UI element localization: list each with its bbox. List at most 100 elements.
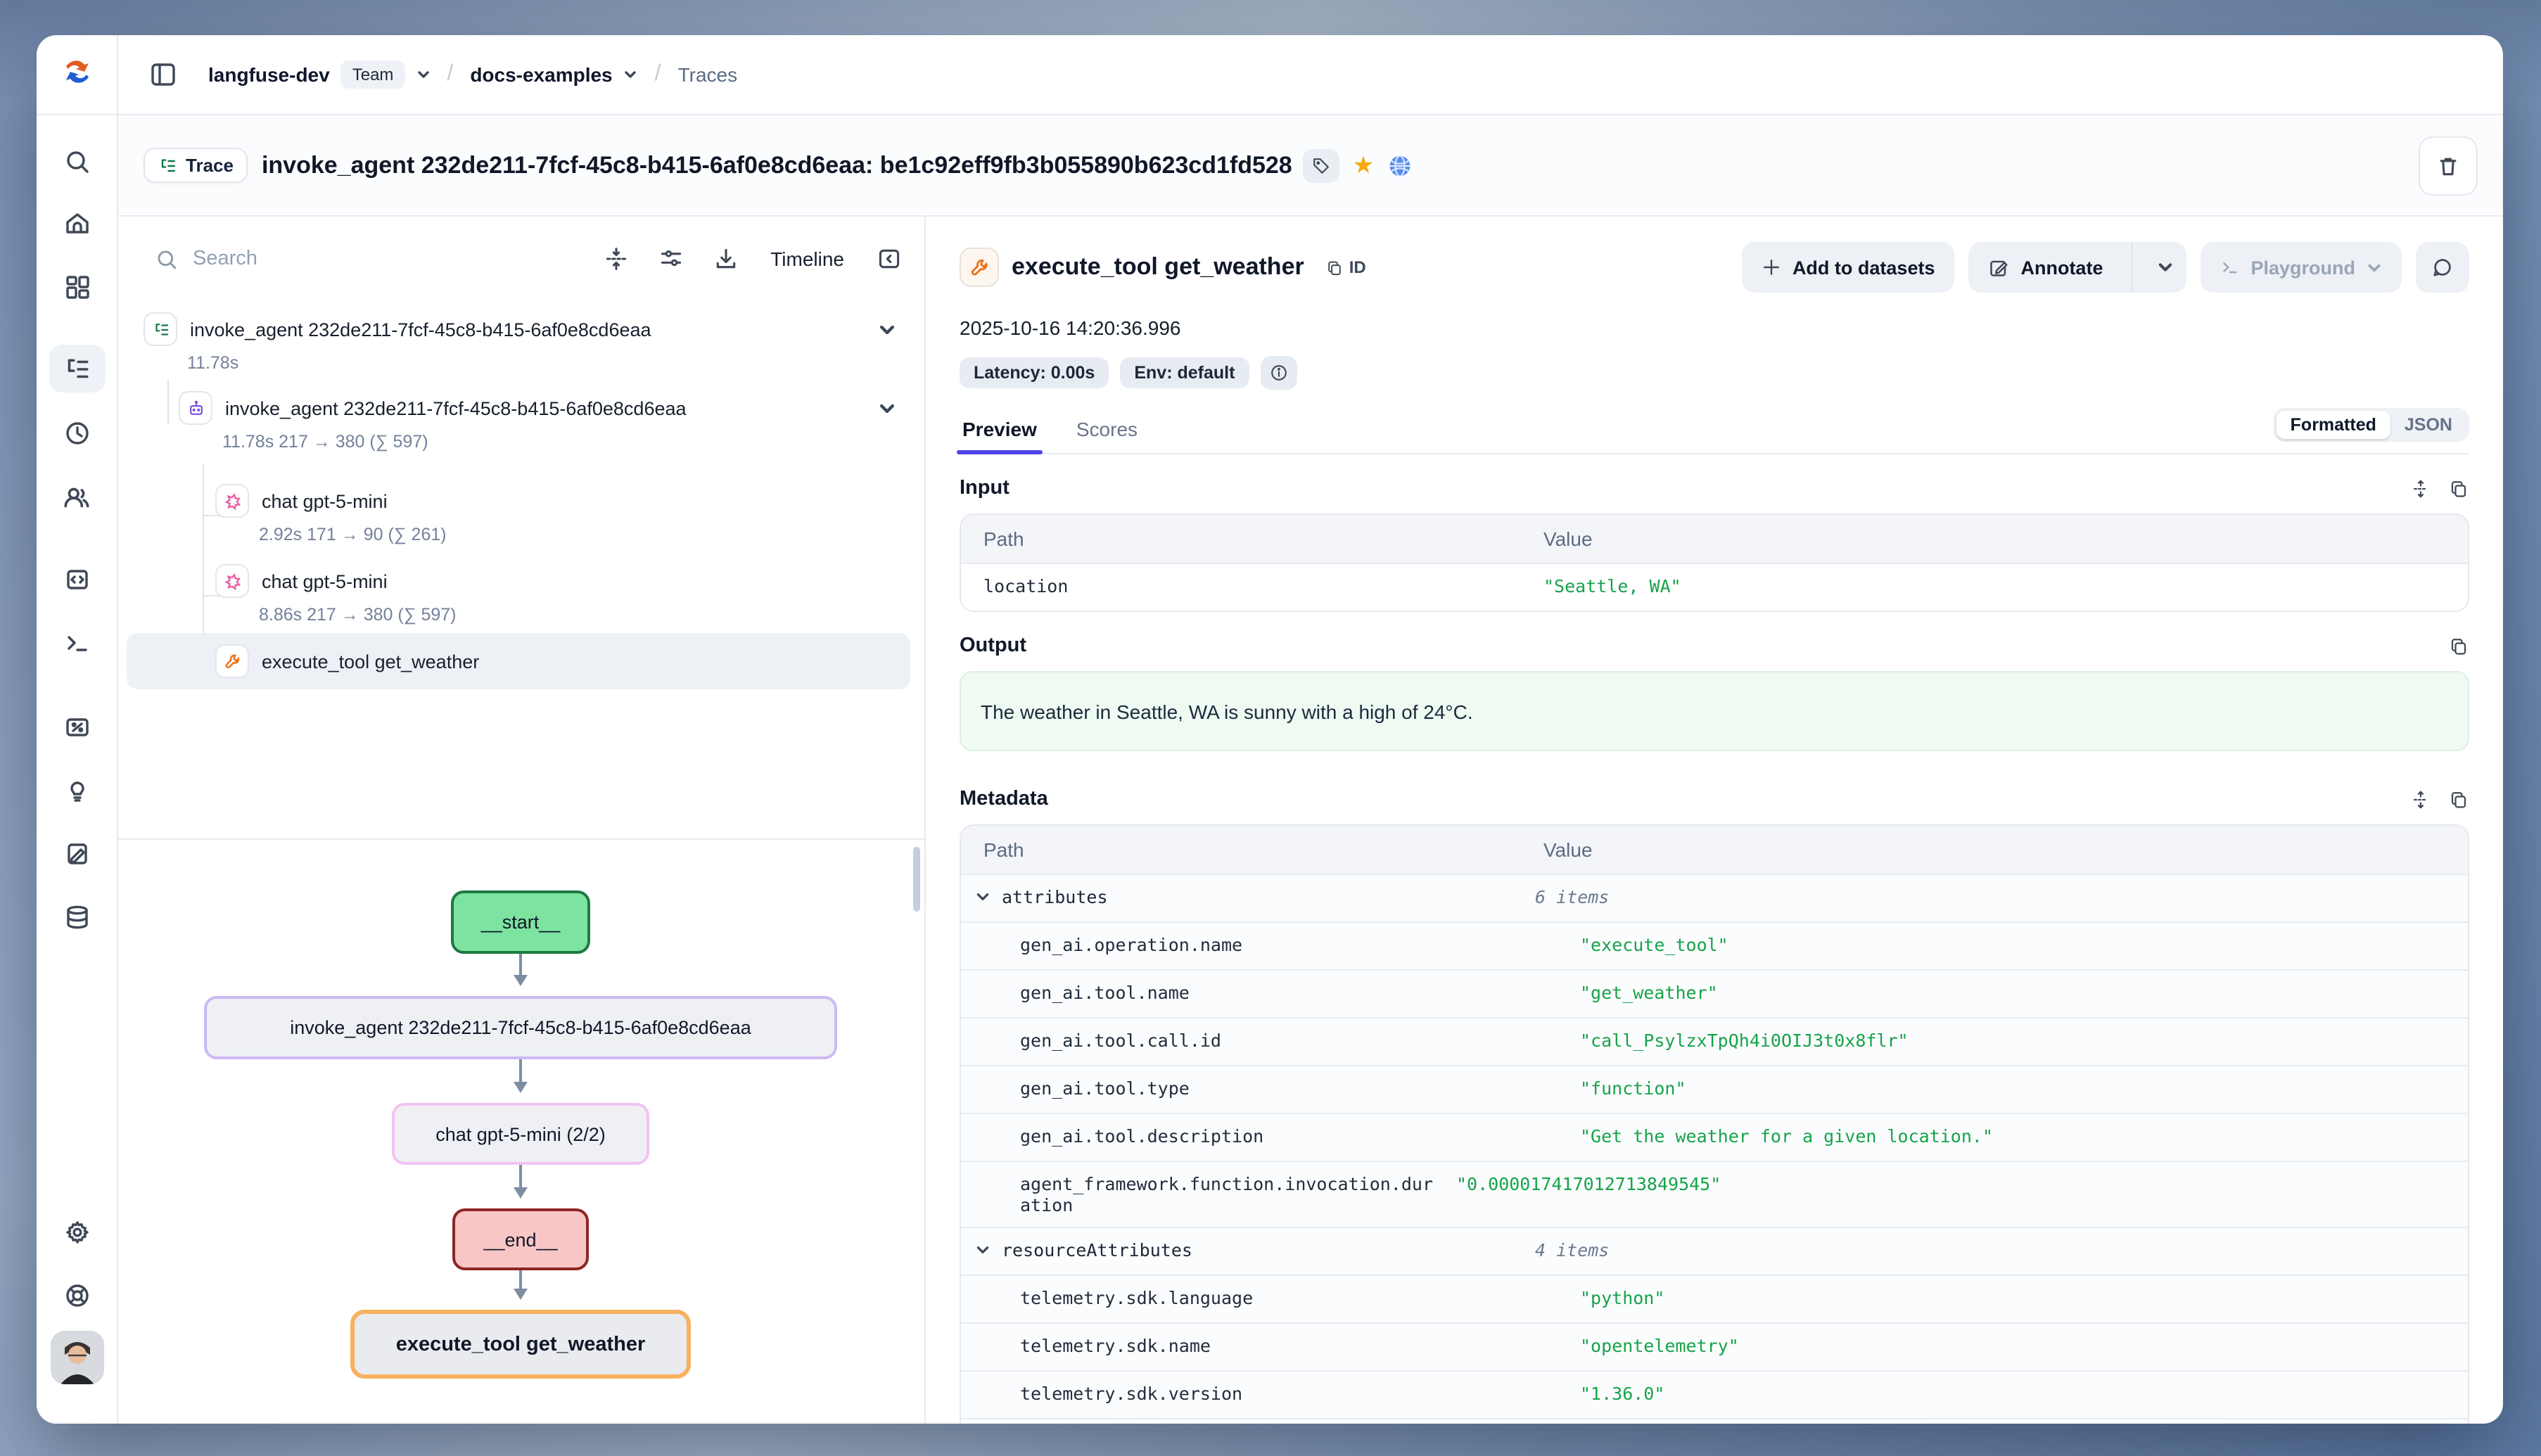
graph-edge [519, 954, 522, 983]
trace-header-bar: Trace invoke_agent 232de211-7fcf-45c8-b4… [118, 115, 2503, 217]
left-nav-rail [37, 115, 118, 1424]
format-formatted-option[interactable]: Formatted [2276, 411, 2390, 439]
format-json-option[interactable]: JSON [2390, 411, 2466, 439]
input-table: Path Value location "Seattle, WA" [960, 513, 2469, 612]
timeline-toggle[interactable]: Timeline [770, 248, 844, 270]
org-plan-badge[interactable]: Team [341, 60, 405, 89]
settings-gear-icon[interactable] [49, 1208, 105, 1256]
generation-icon [215, 564, 249, 598]
metadata-heading: Metadata [960, 788, 1048, 810]
collapse-panel-icon[interactable] [877, 246, 902, 272]
trace-tree: invoke_agent 232de211-7fcf-45c8-b415-6af… [118, 301, 924, 838]
env-badge: Env: default [1120, 357, 1249, 388]
table-row: gen_ai.tool.name"get_weather" [961, 969, 2468, 1017]
tag-icon[interactable] [1304, 148, 1340, 182]
breadcrumb-org[interactable]: langfuse-dev [208, 63, 330, 86]
search-nav-icon[interactable] [49, 138, 105, 186]
support-lifebuoy-icon[interactable] [49, 1272, 105, 1320]
metadata-group-attributes[interactable]: attributes 6 items [961, 874, 2468, 921]
langfuse-logo-icon [60, 56, 94, 94]
sessions-clock-icon[interactable] [49, 409, 105, 457]
chevron-down-icon[interactable] [416, 68, 430, 82]
sidebar-toggle-icon[interactable] [149, 60, 177, 89]
bookmark-star-icon[interactable]: ★ [1353, 153, 1375, 177]
graph-edge [519, 1165, 522, 1196]
observation-detail-panel: execute_tool get_weather ID [926, 217, 2503, 1424]
tree-row-generation-1[interactable]: chat gpt-5-mini 2.92s 171 → 90 (∑ 261) [207, 478, 910, 550]
breadcrumb-separator: / [649, 62, 667, 87]
output-heading: Output [960, 634, 1026, 657]
button-divider [2131, 242, 2132, 293]
table-row: gen_ai.tool.description"Get the weather … [961, 1113, 2468, 1161]
graph-scrollbar[interactable] [913, 847, 920, 912]
tree-row-agent-span[interactable]: invoke_agent 232de211-7fcf-45c8-b415-6af… [170, 385, 910, 457]
annotate-button[interactable]: Annotate [1968, 242, 2186, 293]
home-icon[interactable] [49, 200, 105, 248]
copy-icon[interactable] [2448, 478, 2469, 499]
search-placeholder: Search [193, 248, 257, 270]
tree-search-input[interactable]: Search [155, 247, 589, 271]
breadcrumb-separator: / [441, 62, 459, 87]
chevron-down-icon[interactable] [878, 320, 902, 338]
output-value: The weather in Seattle, WA is sunny with… [960, 671, 2469, 751]
tree-row-tool-selected[interactable]: execute_tool get_weather [127, 633, 910, 689]
detail-tabs: Preview Scores Formatted JSON [960, 409, 2469, 454]
table-row: agent_framework.function.invocation.dura… [961, 1161, 2468, 1227]
tree-row-trace-root[interactable]: invoke_agent 232de211-7fcf-45c8-b415-6af… [135, 307, 910, 378]
playground-button[interactable]: Playground [2200, 242, 2402, 293]
public-globe-icon[interactable] [1387, 153, 1412, 178]
evaluators-icon[interactable] [49, 703, 105, 751]
datasets-database-icon[interactable] [49, 893, 105, 941]
graph-node-start[interactable]: __start__ [451, 890, 590, 954]
delete-trace-button[interactable] [2419, 136, 2478, 195]
users-icon[interactable] [49, 473, 105, 521]
metadata-group-resourceattributes[interactable]: resourceAttributes 4 items [961, 1227, 2468, 1275]
table-row: telemetry.sdk.language"python" [961, 1275, 2468, 1322]
annotation-queues-icon[interactable] [49, 830, 105, 878]
table-row: location "Seattle, WA" [961, 563, 2468, 611]
annotate-dropdown-chevron[interactable] [2144, 242, 2186, 293]
graph-node-chat[interactable]: chat gpt-5-mini (2/2) [392, 1103, 649, 1165]
tool-wrench-icon [960, 248, 999, 287]
prompts-icon[interactable] [49, 556, 105, 604]
tree-row-generation-2[interactable]: chat gpt-5-mini 8.86s 217 → 380 (∑ 597) [207, 558, 910, 630]
playground-terminal-icon[interactable] [49, 619, 105, 667]
expand-section-icon[interactable] [2410, 788, 2431, 810]
table-row: gen_ai.tool.type"function" [961, 1065, 2468, 1113]
trace-icon [144, 312, 177, 346]
column-header-path: Path [961, 515, 1543, 563]
chevron-down-icon[interactable] [624, 68, 638, 82]
copy-icon[interactable] [2448, 635, 2469, 656]
generation-icon [215, 484, 249, 518]
collapse-all-icon[interactable] [603, 246, 628, 272]
info-icon[interactable] [1260, 356, 1297, 390]
expand-section-icon[interactable] [2410, 478, 2431, 499]
user-avatar[interactable] [50, 1331, 103, 1384]
comments-button[interactable] [2416, 242, 2469, 293]
table-row: telemetry.sdk.version"1.36.0" [961, 1370, 2468, 1418]
input-section: Input Path Value [960, 477, 2469, 612]
metadata-section: Metadata Path Value [960, 788, 2469, 1424]
breadcrumb-project[interactable]: docs-examples [470, 63, 612, 86]
tab-preview[interactable]: Preview [960, 409, 1040, 453]
breadcrumb-section[interactable]: Traces [678, 63, 738, 86]
tab-scores[interactable]: Scores [1074, 409, 1140, 453]
copy-id-button[interactable]: ID [1325, 257, 1366, 277]
lightbulb-icon[interactable] [49, 767, 105, 815]
graph-node-execute-tool[interactable]: execute_tool get_weather [350, 1310, 691, 1379]
agent-graph: __start__ invoke_agent 232de211-7fcf-45c… [118, 838, 924, 1424]
input-heading: Input [960, 477, 1010, 499]
graph-node-invoke-agent[interactable]: invoke_agent 232de211-7fcf-45c8-b415-6af… [204, 996, 837, 1059]
dashboard-icon[interactable] [49, 263, 105, 311]
graph-node-end[interactable]: __end__ [452, 1208, 589, 1270]
chevron-down-icon[interactable] [878, 399, 902, 417]
download-icon[interactable] [713, 246, 738, 272]
copy-icon[interactable] [2448, 788, 2469, 810]
latency-badge: Latency: 0.00s [960, 357, 1109, 388]
graph-edge [519, 1059, 522, 1090]
add-to-datasets-button[interactable]: Add to datasets [1742, 242, 1955, 293]
tracing-nav-icon[interactable] [49, 345, 105, 392]
format-toggle: Formatted JSON [2274, 408, 2469, 442]
column-header-value: Value [1543, 515, 2468, 563]
tree-settings-icon[interactable] [658, 246, 683, 272]
